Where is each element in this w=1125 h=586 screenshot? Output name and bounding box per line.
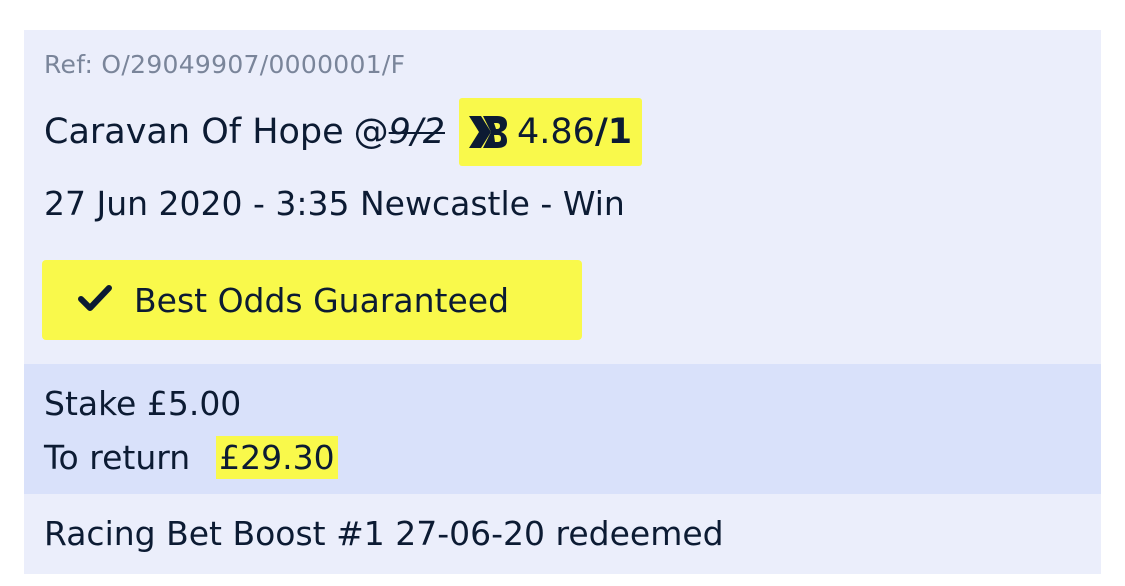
boosted-odds-number: 4.86 <box>517 112 595 152</box>
boosted-odds: 4.86/1 <box>517 112 632 152</box>
bet-receipt-card: Ref: O/29049907/0000001/F Caravan Of Hop… <box>24 30 1101 574</box>
original-odds: 9/2 <box>388 112 445 152</box>
boosted-odds-badge: 4.86/1 <box>459 98 643 166</box>
stake-section: Stake £5.00 To return £29.30 <box>24 364 1101 494</box>
checkmark-icon <box>78 281 112 320</box>
selection-name: Caravan Of Hope <box>44 112 344 152</box>
boosted-odds-denominator: /1 <box>594 112 633 152</box>
bet-reference: Ref: O/29049907/0000001/F <box>44 50 406 79</box>
stake-amount: Stake £5.00 <box>44 384 242 423</box>
return-label: To return <box>44 438 191 477</box>
bet-boost-note: Racing Bet Boost #1 27-06-20 redeemed <box>44 514 724 553</box>
selection-line: Caravan Of Hope @ 9/2 4.86/1 <box>44 98 643 166</box>
bet-boost-icon <box>467 114 517 150</box>
potential-return: To return £29.30 <box>44 436 338 479</box>
event-details: 27 Jun 2020 - 3:35 Newcastle - Win <box>44 184 625 223</box>
bog-label: Best Odds Guaranteed <box>134 280 510 320</box>
at-symbol: @ <box>353 112 389 152</box>
best-odds-guaranteed-badge: Best Odds Guaranteed <box>42 260 582 340</box>
return-value: £29.30 <box>216 436 338 479</box>
